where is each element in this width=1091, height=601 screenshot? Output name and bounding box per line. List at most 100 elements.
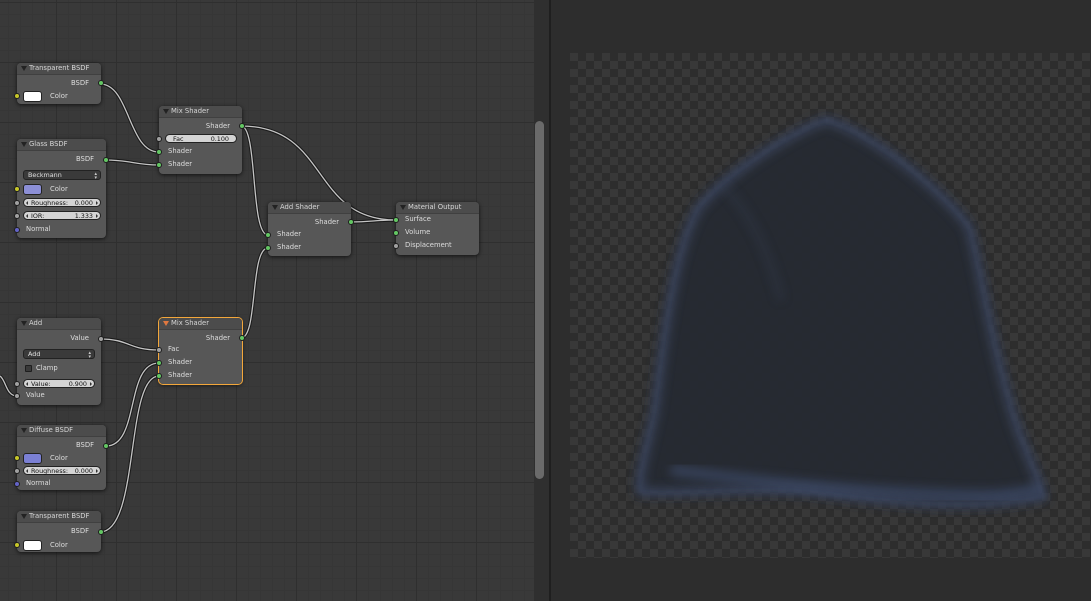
node-add-shader[interactable]: Add Shader Shader Shader Shader xyxy=(265,202,354,256)
input-socket-fac[interactable] xyxy=(156,136,162,142)
output-socket-shader[interactable] xyxy=(239,123,245,129)
input-socket-value-1[interactable] xyxy=(14,381,20,387)
decrement-arrow-icon[interactable] xyxy=(26,382,28,386)
node-header[interactable]: Add Shader xyxy=(268,202,351,214)
node-title: Glass BSDF xyxy=(29,140,68,148)
input-socket-roughness[interactable] xyxy=(14,468,20,474)
collapse-icon[interactable] xyxy=(163,109,169,114)
output-label: BSDF xyxy=(75,441,94,449)
node-header[interactable]: Mix Shader xyxy=(159,106,242,118)
link-add-value-to-fac xyxy=(99,338,160,351)
input-socket-shader-2[interactable] xyxy=(156,162,162,168)
increment-arrow-icon[interactable] xyxy=(96,469,98,473)
output-socket-value[interactable] xyxy=(98,336,104,342)
roughness-field[interactable]: Roughness: 0.000 xyxy=(23,198,101,207)
color-swatch[interactable] xyxy=(23,91,42,102)
input-socket-fac[interactable] xyxy=(156,347,162,353)
output-socket-bsdf[interactable] xyxy=(98,80,104,86)
increment-arrow-icon[interactable] xyxy=(96,214,98,218)
input-socket-roughness[interactable] xyxy=(14,200,20,206)
node-glass-bsdf[interactable]: Glass BSDF BSDF Beckmann ▴ ▾ Color Roughn… xyxy=(14,139,109,238)
decrement-arrow-icon[interactable] xyxy=(26,469,28,473)
input-socket-shader-2[interactable] xyxy=(265,245,271,251)
node-mix-shader-active[interactable]: Mix Shader Shader Fac Shader Shader xyxy=(156,317,245,385)
roughness-field[interactable]: Roughness: 0.000 xyxy=(23,466,101,475)
node-header[interactable]: Add xyxy=(17,318,101,330)
collapse-icon[interactable] xyxy=(400,205,406,210)
collapse-icon[interactable] xyxy=(272,205,278,210)
field-value: 0.000 xyxy=(74,199,93,207)
node-header[interactable]: Diffuse BSDF xyxy=(17,425,106,437)
input-label: Color xyxy=(50,541,68,549)
node-title: Material Output xyxy=(408,203,462,211)
input-socket-ior[interactable] xyxy=(14,213,20,219)
distribution-dropdown[interactable]: Beckmann ▴ ▾ xyxy=(23,170,101,181)
node-editor[interactable]: Transparent BSDF BSDF Color Glass BSDF B… xyxy=(0,0,534,601)
input-socket-shader-1[interactable] xyxy=(265,232,271,238)
input-socket-displacement[interactable] xyxy=(393,243,399,249)
node-mix-shader[interactable]: Mix Shader Shader Fac 0.100 Shader Shade… xyxy=(156,106,245,174)
input-socket-color[interactable] xyxy=(14,93,20,99)
output-socket-bsdf[interactable] xyxy=(103,443,109,449)
collapse-icon[interactable] xyxy=(21,514,27,519)
collapse-icon[interactable] xyxy=(21,321,27,326)
decrement-arrow-icon[interactable] xyxy=(26,214,28,218)
collapse-icon[interactable] xyxy=(163,321,169,326)
field-value: 0.000 xyxy=(74,467,93,475)
input-socket-shader-1[interactable] xyxy=(156,360,162,366)
value-field[interactable]: Value: 0.900 xyxy=(23,379,95,388)
node-transparent-bsdf-2[interactable]: Transparent BSDF BSDF Color xyxy=(14,511,104,552)
input-label: Color xyxy=(50,454,68,462)
output-socket-shader[interactable] xyxy=(348,219,354,225)
node-title: Add xyxy=(29,319,43,327)
link-mix2-to-add-shader xyxy=(240,247,269,339)
node-editor-scrollbar[interactable] xyxy=(535,121,544,479)
input-socket-color[interactable] xyxy=(14,542,20,548)
input-socket-value-2[interactable] xyxy=(14,393,20,399)
input-socket-color[interactable] xyxy=(14,186,20,192)
render-viewport[interactable] xyxy=(551,0,1091,601)
operation-dropdown[interactable]: Add ▴ ▾ xyxy=(23,349,95,360)
output-socket-bsdf[interactable] xyxy=(98,529,104,535)
clamp-checkbox[interactable] xyxy=(25,365,32,372)
output-label: Shader xyxy=(205,334,230,342)
render-preview xyxy=(634,115,1049,509)
field-label: Roughness: xyxy=(31,467,69,475)
node-diffuse-bsdf[interactable]: Diffuse BSDF BSDF Color Roughness: 0.000… xyxy=(14,425,109,490)
color-swatch[interactable] xyxy=(23,540,42,551)
node-header[interactable]: Material Output xyxy=(396,202,479,214)
input-socket-shader-2[interactable] xyxy=(156,373,162,379)
input-socket-surface[interactable] xyxy=(393,217,399,223)
input-socket-normal[interactable] xyxy=(14,481,20,487)
node-header[interactable]: Transparent BSDF xyxy=(17,511,101,523)
checkbox-label: Clamp xyxy=(36,364,58,372)
field-label: Value: xyxy=(31,380,51,388)
collapse-icon[interactable] xyxy=(21,428,27,433)
node-header[interactable]: Mix Shader xyxy=(159,318,242,330)
increment-arrow-icon[interactable] xyxy=(90,382,92,386)
increment-arrow-icon[interactable] xyxy=(96,201,98,205)
output-socket-shader[interactable] xyxy=(239,335,245,341)
input-label: Surface xyxy=(405,215,431,223)
input-socket-color[interactable] xyxy=(14,455,20,461)
fac-field[interactable]: Fac 0.100 xyxy=(165,134,237,143)
updown-arrows-icon: ▴ ▾ xyxy=(94,171,97,181)
link-transparent-to-mix1 xyxy=(99,83,160,153)
operation-value: Add xyxy=(28,350,41,358)
node-header[interactable]: Glass BSDF xyxy=(17,139,106,151)
input-socket-shader-1[interactable] xyxy=(156,149,162,155)
input-socket-volume[interactable] xyxy=(393,230,399,236)
decrement-arrow-icon[interactable] xyxy=(26,201,28,205)
node-header[interactable]: Transparent BSDF xyxy=(17,63,101,75)
node-math-add[interactable]: Add Value Add ▴ ▾ Clamp Value: 0.900 Valu… xyxy=(14,318,104,405)
output-socket-bsdf[interactable] xyxy=(103,157,109,163)
ior-field[interactable]: IOR: 1.333 xyxy=(23,211,101,220)
node-title: Mix Shader xyxy=(171,319,210,327)
color-swatch[interactable] xyxy=(23,184,42,195)
input-socket-normal[interactable] xyxy=(14,227,20,233)
color-swatch[interactable] xyxy=(23,453,42,464)
collapse-icon[interactable] xyxy=(21,142,27,147)
collapse-icon[interactable] xyxy=(21,66,27,71)
node-material-output[interactable]: Material Output Surface Volume Displacem… xyxy=(393,202,479,255)
node-transparent-bsdf[interactable]: Transparent BSDF BSDF Color xyxy=(14,63,104,104)
